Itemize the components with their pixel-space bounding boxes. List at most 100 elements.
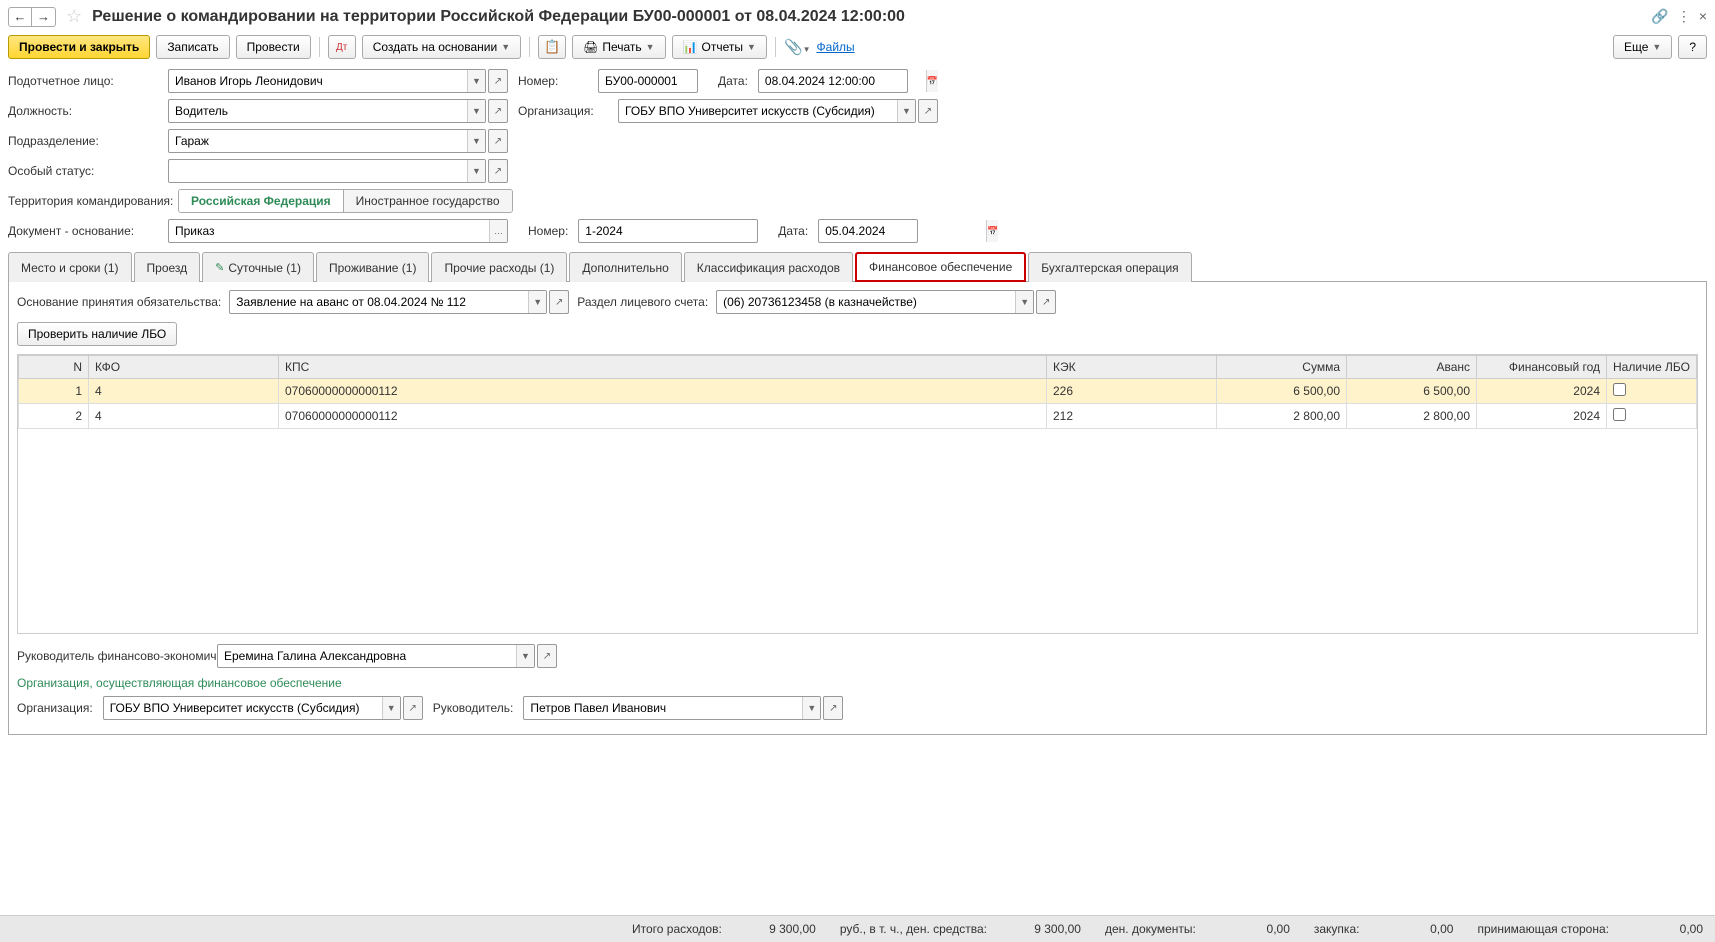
create-based-button[interactable]: Создать на основании▼: [362, 35, 521, 59]
person-label: Подотчетное лицо:: [8, 74, 158, 88]
status-open-button[interactable]: ↗: [488, 159, 508, 183]
dept-label: Подразделение:: [8, 134, 158, 148]
total-purchase-label: закупка:: [1314, 922, 1360, 936]
favorite-star-icon[interactable]: ☆: [66, 6, 82, 27]
obligation-basis-label: Основание принятия обязательства:: [17, 295, 221, 309]
total-expenses-label: Итого расходов:: [632, 922, 722, 936]
more-button[interactable]: Еще▼: [1613, 35, 1672, 59]
date-input[interactable]: 📅: [758, 69, 908, 93]
reports-button[interactable]: 📊 Отчеты▼: [672, 35, 767, 59]
fin-head-label: Руководитель финансово-экономического по…: [17, 649, 207, 663]
basis-date-label: Дата:: [778, 224, 808, 238]
person-open-button[interactable]: ↗: [488, 69, 508, 93]
tab-additional[interactable]: Дополнительно: [569, 252, 681, 282]
dept-input[interactable]: ▼: [168, 129, 486, 153]
col-lbo: Наличие ЛБО: [1607, 356, 1697, 379]
totals-bar: Итого расходов: 9 300,00 руб., в т. ч., …: [0, 915, 1715, 942]
lbo-checkbox[interactable]: [1613, 408, 1626, 421]
date-label: Дата:: [718, 74, 748, 88]
col-kfo: КФО: [89, 356, 279, 379]
dept-open-button[interactable]: ↗: [488, 129, 508, 153]
nav-back-button[interactable]: ←: [8, 7, 32, 27]
account-section-input[interactable]: ▼: [716, 290, 1034, 314]
post-and-close-button[interactable]: Провести и закрыть: [8, 35, 150, 59]
territory-foreign-option[interactable]: Иностранное государство: [344, 190, 512, 212]
post-button[interactable]: Провести: [236, 35, 311, 59]
number-label: Номер:: [518, 74, 588, 88]
debit-credit-icon[interactable]: Дт: [328, 35, 356, 59]
total-cash-value: 9 300,00: [1011, 922, 1081, 936]
tab-per-diem[interactable]: ✎Суточные (1): [202, 252, 314, 282]
footer-org-input[interactable]: ▼: [103, 696, 401, 720]
basis-number-input[interactable]: [578, 219, 758, 243]
total-purchase-value: 0,00: [1383, 922, 1453, 936]
attachment-icon[interactable]: 📎▼: [784, 38, 811, 56]
table-row[interactable]: 14070600000000001122266 500,006 500,0020…: [19, 379, 1697, 404]
files-link[interactable]: Файлы: [817, 40, 855, 54]
fin-head-input[interactable]: ▼: [217, 644, 535, 668]
col-n: N: [19, 356, 89, 379]
finance-table[interactable]: N КФО КПС КЭК Сумма Аванс Финансовый год…: [17, 354, 1698, 634]
total-docs-value: 0,00: [1220, 922, 1290, 936]
tab-financial-provision[interactable]: Финансовое обеспечение: [855, 252, 1026, 282]
org-open-button[interactable]: ↗: [918, 99, 938, 123]
footer-head-open-button[interactable]: ↗: [823, 696, 843, 720]
obligation-basis-input[interactable]: ▼: [229, 290, 547, 314]
footer-head-label: Руководитель:: [433, 701, 514, 715]
tab-accommodation[interactable]: Проживание (1): [316, 252, 430, 282]
basis-number-label: Номер:: [528, 224, 568, 238]
total-receiving-value: 0,00: [1633, 922, 1703, 936]
nav-forward-button[interactable]: →: [32, 7, 56, 27]
basis-date-input[interactable]: 📅: [818, 219, 918, 243]
total-expenses-value: 9 300,00: [746, 922, 816, 936]
territory-rf-option[interactable]: Российская Федерация: [179, 190, 344, 212]
account-section-label: Раздел лицевого счета:: [577, 295, 708, 309]
tab-travel[interactable]: Проезд: [134, 252, 201, 282]
org-input[interactable]: ▼: [618, 99, 916, 123]
lbo-checkbox[interactable]: [1613, 383, 1626, 396]
col-year: Финансовый год: [1477, 356, 1607, 379]
pencil-icon: ✎: [215, 261, 224, 274]
position-input[interactable]: ▼: [168, 99, 486, 123]
org-label: Организация:: [518, 104, 608, 118]
number-input[interactable]: [598, 69, 698, 93]
page-title: Решение о командировании на территории Р…: [92, 8, 1645, 26]
status-input[interactable]: ▼: [168, 159, 486, 183]
position-open-button[interactable]: ↗: [488, 99, 508, 123]
territory-label: Территория командирования:: [8, 194, 168, 208]
table-row[interactable]: 24070600000000001122122 800,002 800,0020…: [19, 404, 1697, 429]
template-icon[interactable]: 📋: [538, 35, 566, 59]
total-receiving-label: принимающая сторона:: [1477, 922, 1609, 936]
doc-basis-input[interactable]: …: [168, 219, 508, 243]
col-advance: Аванс: [1347, 356, 1477, 379]
check-lbo-button[interactable]: Проверить наличие ЛБО: [17, 322, 177, 346]
tab-accounting-operation[interactable]: Бухгалтерская операция: [1028, 252, 1191, 282]
help-button[interactable]: ?: [1678, 35, 1707, 59]
menu-dots-icon[interactable]: ⋮: [1677, 8, 1691, 25]
separator: [319, 37, 320, 57]
link-icon[interactable]: 🔗: [1651, 8, 1668, 25]
total-rub-label: руб., в т. ч., ден. средства:: [840, 922, 987, 936]
separator: [529, 37, 530, 57]
footer-org-open-button[interactable]: ↗: [403, 696, 423, 720]
status-label: Особый статус:: [8, 164, 158, 178]
total-docs-label: ден. документы:: [1105, 922, 1196, 936]
footer-head-input[interactable]: ▼: [523, 696, 821, 720]
close-icon[interactable]: ×: [1699, 8, 1707, 25]
doc-basis-label: Документ - основание:: [8, 224, 158, 238]
obligation-basis-open-button[interactable]: ↗: [549, 290, 569, 314]
person-input[interactable]: ▼: [168, 69, 486, 93]
account-section-open-button[interactable]: ↗: [1036, 290, 1056, 314]
save-button[interactable]: Записать: [156, 35, 229, 59]
territory-toggle[interactable]: Российская Федерация Иностранное государ…: [178, 189, 513, 213]
fin-head-open-button[interactable]: ↗: [537, 644, 557, 668]
col-sum: Сумма: [1217, 356, 1347, 379]
print-button[interactable]: 🖨 Печать▼: [572, 35, 665, 59]
col-kek: КЭК: [1047, 356, 1217, 379]
tab-expense-classification[interactable]: Классификация расходов: [684, 252, 853, 282]
col-kps: КПС: [279, 356, 1047, 379]
tab-place-dates[interactable]: Место и сроки (1): [8, 252, 132, 282]
separator: [775, 37, 776, 57]
position-label: Должность:: [8, 104, 158, 118]
tab-other-expenses[interactable]: Прочие расходы (1): [431, 252, 567, 282]
